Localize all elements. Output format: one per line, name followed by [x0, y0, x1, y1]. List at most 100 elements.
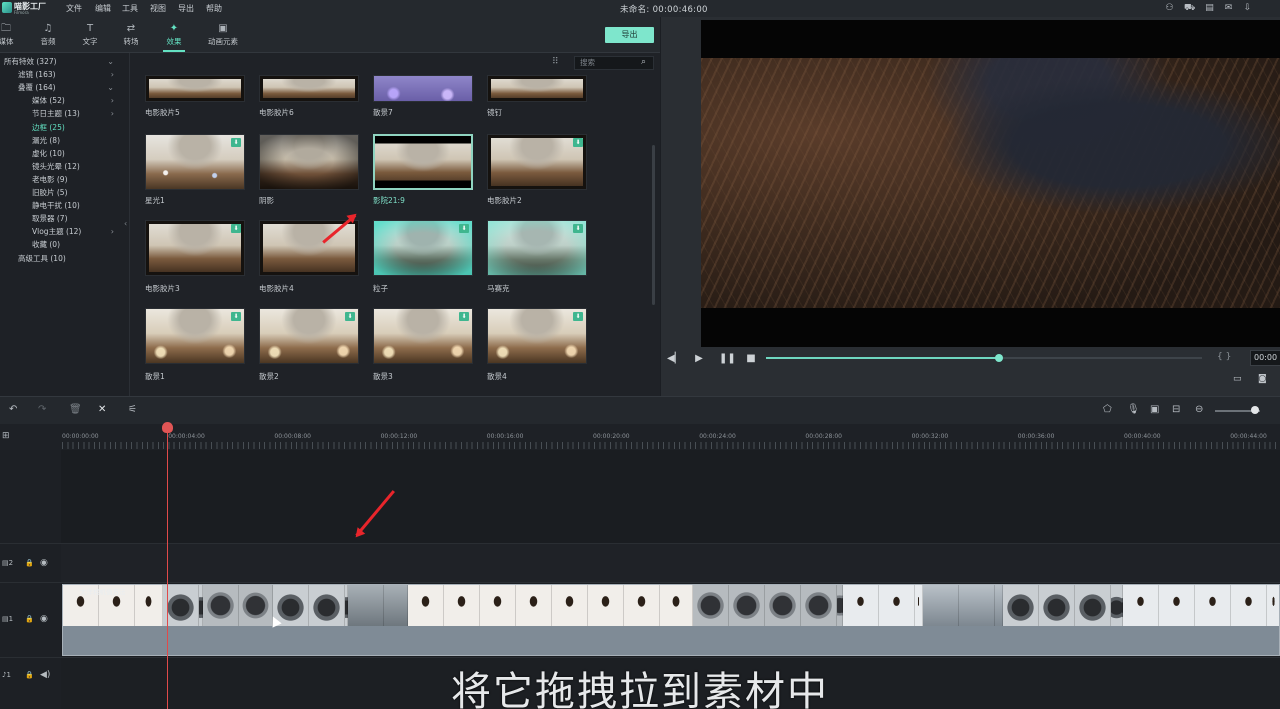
redo-icon[interactable]: ↷ — [38, 404, 46, 415]
effect-label: 散景2 — [259, 372, 279, 381]
effect-thumbnail[interactable]: ⬇ — [145, 134, 245, 190]
chevron-down-icon[interactable]: ⌄ — [107, 56, 114, 68]
chevron-right-icon[interactable]: › — [111, 226, 114, 238]
video-clip[interactable] — [62, 584, 1280, 656]
video-track-2[interactable] — [61, 544, 1280, 582]
menu-edit[interactable]: 编辑 — [95, 3, 111, 14]
tab-transitions[interactable]: ⇄ 转场 — [111, 23, 151, 47]
tab-effects[interactable]: ✦ 效果 — [154, 23, 194, 47]
download-icon[interactable]: ⬇ — [573, 224, 583, 233]
video-track-icon: ▤ — [2, 615, 9, 623]
step-back-icon[interactable]: ◀▏ — [667, 353, 682, 364]
snapshot-icon[interactable]: ◙ — [1258, 374, 1267, 384]
tree-item[interactable]: 边框 (25) — [0, 122, 124, 134]
download-icon[interactable]: ⬇ — [573, 138, 583, 147]
effect-thumbnail[interactable] — [259, 75, 359, 102]
cart-icon[interactable]: ⛟ — [1184, 3, 1195, 14]
snap-icon[interactable]: ⊟ — [1172, 404, 1180, 415]
tree-item[interactable]: 滤镜 (163) › — [0, 69, 124, 81]
grid-view-icon[interactable]: ⠿ — [552, 57, 559, 67]
tree-item[interactable]: 静电干扰 (10) — [0, 200, 124, 212]
grid-scrollbar[interactable] — [652, 145, 655, 305]
chevron-right-icon[interactable]: › — [111, 95, 114, 107]
add-track-icon[interactable]: ⊞ — [2, 431, 10, 441]
download-icon[interactable]: ⬇ — [345, 312, 355, 321]
chevron-right-icon[interactable]: › — [111, 108, 114, 120]
playback-progress-handle[interactable] — [994, 354, 1003, 362]
marker-icon[interactable]: ⬠ — [1103, 404, 1112, 415]
search-icon[interactable]: ⌕ — [641, 57, 646, 67]
playhead-handle[interactable] — [162, 422, 173, 433]
effect-thumbnail[interactable] — [487, 75, 587, 102]
download-icon[interactable]: ⬇ — [459, 224, 469, 233]
tree-item[interactable]: 节日主题 (13) › — [0, 108, 124, 120]
effect-thumbnail[interactable]: ⬇ — [487, 220, 587, 276]
lock-icon[interactable]: 🔒 — [25, 615, 34, 623]
tree-item[interactable]: 老电影 (9) — [0, 174, 124, 186]
download-icon[interactable]: ⇩ — [1242, 3, 1253, 14]
visibility-icon[interactable]: ◉ — [40, 614, 48, 624]
menu-file[interactable]: 文件 — [66, 3, 82, 14]
tab-elements[interactable]: ▣ 动画元素 — [203, 23, 243, 47]
effect-thumbnail[interactable]: ⬇ — [487, 134, 587, 190]
tree-item[interactable]: 媒体 (52) › — [0, 95, 124, 107]
effect-label: 马赛克 — [487, 284, 510, 293]
record-screen-icon[interactable]: ▣ — [1150, 404, 1159, 415]
tab-text[interactable]: T 文字 — [70, 23, 110, 47]
stop-icon[interactable]: ■ — [745, 353, 757, 364]
zoom-out-icon[interactable]: ⊖ — [1195, 404, 1203, 415]
undo-icon[interactable]: ↶ — [9, 404, 17, 415]
adjust-icon[interactable]: ⚟ — [128, 404, 137, 415]
effect-thumbnail[interactable]: ⬇ — [259, 308, 359, 364]
tree-item[interactable]: 漏光 (8) — [0, 135, 124, 147]
mail-icon[interactable]: ✉ — [1223, 3, 1234, 14]
tree-item[interactable]: 虚化 (10) — [0, 148, 124, 160]
tree-item[interactable]: 收藏 (0) — [0, 239, 124, 251]
play-icon[interactable]: ▶ — [693, 353, 705, 364]
user-icon[interactable]: ⚇ — [1164, 3, 1175, 14]
effect-thumbnail[interactable] — [373, 134, 473, 190]
download-icon[interactable]: ⬇ — [231, 224, 241, 233]
effect-thumbnail[interactable] — [373, 75, 473, 102]
cut-icon[interactable]: ✕ — [98, 404, 106, 415]
tree-item[interactable]: Vlog主题 (12) › — [0, 226, 124, 238]
effect-thumbnail[interactable] — [259, 134, 359, 190]
pause-icon[interactable]: ❚❚ — [719, 353, 736, 364]
download-icon[interactable]: ⬇ — [231, 312, 241, 321]
effect-thumbnail[interactable] — [259, 220, 359, 276]
clip-frame — [923, 585, 959, 626]
voiceover-icon[interactable]: 🎙 — [1127, 404, 1140, 415]
effect-thumbnail[interactable]: ⬇ — [487, 308, 587, 364]
effect-thumbnail[interactable]: ⬇ — [145, 220, 245, 276]
zoom-slider-handle[interactable] — [1251, 406, 1259, 414]
menu-tools[interactable]: 工具 — [122, 3, 138, 14]
display-settings-icon[interactable]: ▭ — [1233, 374, 1242, 384]
mark-in-out-icon[interactable]: { } — [1217, 352, 1231, 362]
tree-item[interactable]: 镜头光晕 (12) — [0, 161, 124, 173]
download-icon[interactable]: ⬇ — [459, 312, 469, 321]
tree-item[interactable]: 旧胶片 (5) — [0, 187, 124, 199]
delete-icon[interactable]: 🗑 — [69, 404, 82, 415]
menu-view[interactable]: 视图 — [150, 3, 166, 14]
export-button[interactable]: 导出 — [605, 27, 654, 43]
menu-export[interactable]: 导出 — [178, 3, 194, 14]
download-icon[interactable]: ⬇ — [573, 312, 583, 321]
menu-help[interactable]: 帮助 — [206, 3, 222, 14]
download-icon[interactable]: ⬇ — [231, 138, 241, 147]
effect-thumbnail[interactable]: ⬇ — [145, 308, 245, 364]
tree-item[interactable]: 取景器 (7) — [0, 213, 124, 225]
effect-thumbnail[interactable]: ⬇ — [373, 220, 473, 276]
visibility-icon[interactable]: ◉ — [40, 558, 48, 568]
lock-icon[interactable]: 🔒 — [25, 559, 34, 567]
effect-thumbnail[interactable]: ⬇ — [373, 308, 473, 364]
effect-thumbnail[interactable] — [145, 75, 245, 102]
chevron-down-icon[interactable]: ⌄ — [107, 82, 114, 94]
tree-item[interactable]: 高级工具 (10) — [0, 253, 124, 265]
tab-audio[interactable]: ♫ 音频 — [28, 23, 68, 47]
tab-media[interactable]: 🗀 媒体 — [0, 23, 26, 47]
collapse-tree-icon[interactable]: ‹ — [124, 219, 127, 228]
tree-item[interactable]: 叠覆 (164) ⌄ — [0, 82, 124, 94]
chevron-right-icon[interactable]: › — [111, 69, 114, 81]
save-icon[interactable]: ▤ — [1204, 3, 1215, 14]
tree-item[interactable]: 所有特效 (327) ⌄ — [0, 56, 124, 68]
